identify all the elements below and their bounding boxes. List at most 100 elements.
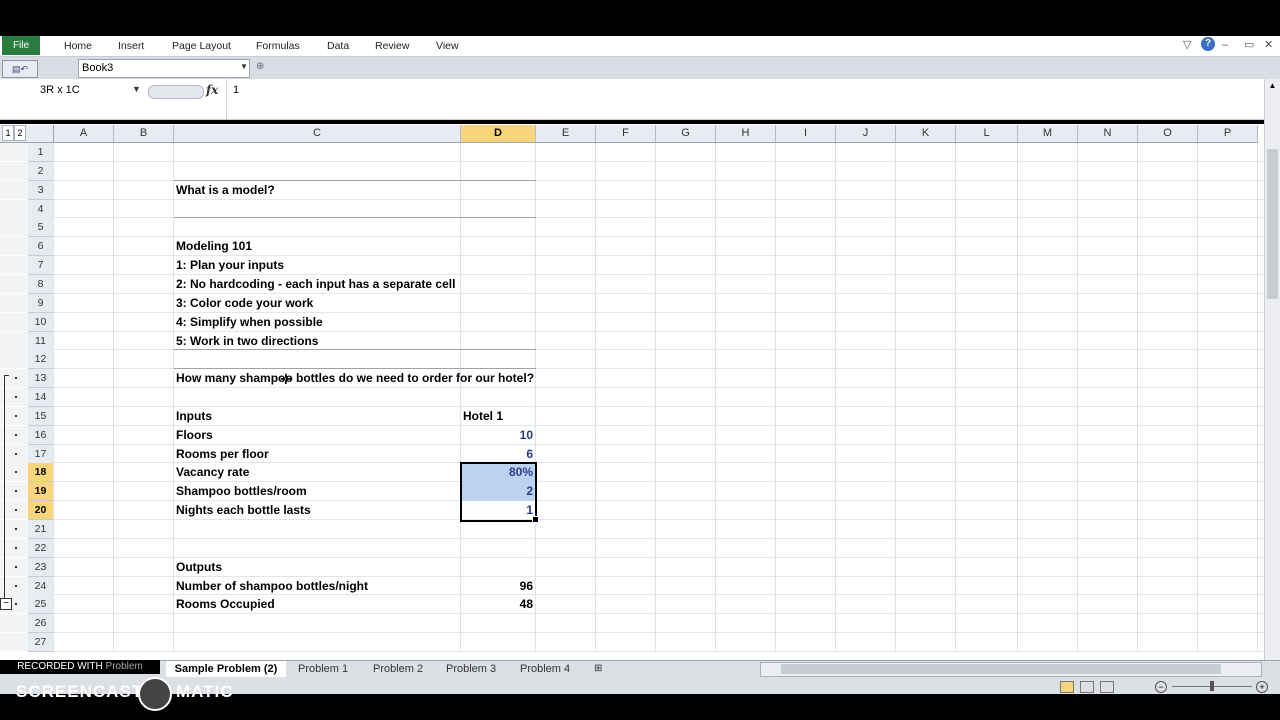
row-header-26[interactable]: 26: [28, 614, 54, 634]
outline-level-2[interactable]: 2: [14, 125, 26, 141]
sheet-tab-problem-4[interactable]: Problem 4: [520, 661, 570, 677]
row-header-20[interactable]: 20: [28, 501, 54, 521]
row-header-7[interactable]: 7: [28, 256, 54, 276]
column-header-a[interactable]: A: [54, 125, 114, 143]
row-header-2[interactable]: 2: [28, 161, 54, 181]
cell-c13[interactable]: How many shampoo bottles do we need to o…: [176, 369, 534, 387]
row-header-10[interactable]: 10: [28, 312, 54, 332]
cell-d20[interactable]: 1: [463, 501, 533, 519]
cell-d18[interactable]: 80%: [463, 463, 533, 481]
column-header-l[interactable]: L: [956, 125, 1018, 143]
column-header-d[interactable]: D: [461, 125, 536, 143]
spreadsheet-grid[interactable]: 1 2 A B C D E F G H I J K L M N O P 1 2 3 4 5 6 7 8 9 10 11 12 13 14 15 1…: [0, 124, 1264, 660]
cell-c19[interactable]: Shampoo bottles/room: [176, 482, 458, 500]
column-header-b[interactable]: B: [114, 125, 174, 143]
row-header-4[interactable]: 4: [28, 199, 54, 219]
cell-c24[interactable]: Number of shampoo bottles/night: [176, 577, 458, 595]
cell-c16[interactable]: Floors: [176, 426, 458, 444]
cell-c10[interactable]: 4: Simplify when possible: [176, 313, 458, 331]
insert-function-icon[interactable]: fx: [206, 83, 218, 97]
column-header-h[interactable]: H: [716, 125, 776, 143]
row-header-11[interactable]: 11: [28, 331, 54, 351]
tab-data[interactable]: Data: [327, 36, 349, 56]
row-header-3[interactable]: 3: [28, 180, 54, 200]
outline-level-1[interactable]: 1: [2, 125, 14, 141]
row-header-12[interactable]: 12: [28, 350, 54, 370]
column-header-p[interactable]: P: [1198, 125, 1258, 143]
formula-bar-resize-handle[interactable]: [148, 85, 204, 99]
sheet-tab-sample-problem-2[interactable]: Sample Problem (2): [166, 661, 286, 677]
row-header-22[interactable]: 22: [28, 538, 54, 558]
help-icon[interactable]: ?: [1201, 37, 1215, 51]
save-icon[interactable]: ▤↶: [2, 60, 38, 78]
cell-c25[interactable]: Rooms Occupied: [176, 595, 458, 613]
column-header-f[interactable]: F: [596, 125, 656, 143]
tab-page-layout[interactable]: Page Layout: [172, 36, 231, 56]
sheet-tab-problem[interactable]: Problem: [106, 661, 143, 672]
zoom-slider-thumb[interactable]: [1210, 681, 1214, 691]
chevron-down-icon[interactable]: ▼: [132, 84, 141, 94]
column-header-m[interactable]: M: [1018, 125, 1078, 143]
column-header-o[interactable]: O: [1138, 125, 1198, 143]
normal-view-icon[interactable]: [1060, 681, 1074, 693]
cell-c15[interactable]: Inputs: [176, 407, 458, 425]
cell-d24[interactable]: 96: [463, 577, 533, 595]
column-header-e[interactable]: E: [536, 125, 596, 143]
cell-d16[interactable]: 10: [463, 426, 533, 444]
horizontal-scroll-thumb[interactable]: [781, 664, 1221, 674]
restore-icon[interactable]: ▭: [1244, 37, 1254, 53]
page-layout-view-icon[interactable]: [1080, 681, 1094, 693]
cell-c20[interactable]: Nights each bottle lasts: [176, 501, 458, 519]
column-header-n[interactable]: N: [1078, 125, 1138, 143]
row-header-23[interactable]: 23: [28, 557, 54, 577]
cell-d19[interactable]: 2: [463, 482, 533, 500]
column-header-j[interactable]: J: [836, 125, 896, 143]
vertical-scrollbar[interactable]: ▲: [1264, 79, 1280, 660]
cell-c11[interactable]: 5: Work in two directions: [176, 332, 458, 350]
column-header-i[interactable]: I: [776, 125, 836, 143]
cell-d17[interactable]: 6: [463, 445, 533, 463]
sheet-tab-problem-3[interactable]: Problem 3: [446, 661, 496, 677]
outline-collapse-button[interactable]: −: [0, 598, 12, 611]
cell-c9[interactable]: 3: Color code your work: [176, 294, 458, 312]
row-header-25[interactable]: 25: [28, 595, 54, 615]
row-header-21[interactable]: 21: [28, 520, 54, 539]
tab-home[interactable]: Home: [64, 36, 92, 56]
chevron-down-icon[interactable]: ▼: [240, 62, 248, 71]
sheet-tab-problem-2[interactable]: Problem 2: [373, 661, 423, 677]
row-header-9[interactable]: 9: [28, 293, 54, 313]
tab-view[interactable]: View: [436, 36, 459, 56]
zoom-out-icon[interactable]: −: [1155, 681, 1167, 693]
zoom-in-icon[interactable]: +: [1256, 681, 1268, 693]
cell-c3[interactable]: What is a model?: [176, 181, 458, 199]
fill-handle[interactable]: [532, 516, 539, 523]
formula-input[interactable]: 1: [233, 84, 239, 96]
column-header-g[interactable]: G: [656, 125, 716, 143]
column-header-k[interactable]: K: [896, 125, 956, 143]
tab-insert[interactable]: Insert: [118, 36, 144, 56]
row-header-24[interactable]: 24: [28, 576, 54, 596]
file-tab[interactable]: File: [2, 36, 40, 55]
cell-d15[interactable]: Hotel 1: [463, 407, 533, 425]
insert-sheet-icon[interactable]: ⊞: [594, 661, 602, 677]
row-header-19[interactable]: 19: [28, 482, 54, 502]
row-header-16[interactable]: 16: [28, 425, 54, 445]
ribbon-collapse-icon[interactable]: ▽: [1183, 37, 1191, 53]
cell-c18[interactable]: Vacancy rate: [176, 463, 458, 481]
row-header-27[interactable]: 27: [28, 633, 54, 653]
cell-c23[interactable]: Outputs: [176, 558, 458, 576]
scroll-up-icon[interactable]: ▲: [1267, 81, 1278, 93]
new-window-icon[interactable]: ⊕: [256, 61, 264, 72]
minimize-icon[interactable]: –: [1222, 37, 1228, 53]
vertical-scroll-thumb[interactable]: [1267, 149, 1278, 299]
page-break-view-icon[interactable]: [1100, 681, 1114, 693]
cell-c17[interactable]: Rooms per floor: [176, 445, 458, 463]
cell-d25[interactable]: 48: [463, 595, 533, 613]
cell-c7[interactable]: 1: Plan your inputs: [176, 256, 458, 274]
row-header-17[interactable]: 17: [28, 444, 54, 464]
row-header-15[interactable]: 15: [28, 406, 54, 426]
horizontal-scrollbar[interactable]: [760, 662, 1262, 677]
sheet-tab-problem-1[interactable]: Problem 1: [298, 661, 348, 677]
row-header-5[interactable]: 5: [28, 218, 54, 238]
cell-c8[interactable]: 2: No hardcoding - each input has a sepa…: [176, 275, 458, 293]
